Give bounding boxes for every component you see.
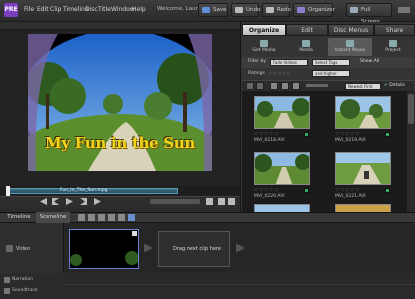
track-toggle-icon[interactable]: [6, 245, 13, 252]
music-icon: [4, 288, 10, 294]
media-thumbnail-partial[interactable]: [335, 204, 391, 212]
tab-organize[interactable]: Organize: [242, 24, 286, 36]
menu-file[interactable]: File: [24, 6, 34, 13]
tab-disc-menus[interactable]: Disc Menus: [328, 24, 374, 36]
media-thumbnail: [335, 96, 391, 129]
ratings-stars[interactable]: ☆☆☆☆☆: [268, 71, 308, 77]
menu-edit[interactable]: Edit: [37, 6, 49, 13]
media-filename: MVI_0219.AVI: [335, 138, 366, 143]
app-logo: PRE: [4, 3, 18, 17]
playhead-icon[interactable]: [6, 186, 10, 196]
fullscreen-preview-icon[interactable]: [218, 198, 225, 205]
project-icon: [389, 40, 397, 47]
organizer-button[interactable]: Organizer: [293, 3, 335, 17]
scene-clip[interactable]: [69, 229, 139, 269]
effects-icon[interactable]: [128, 214, 135, 221]
thumbnail-size-slider[interactable]: [306, 84, 328, 87]
media-thumbnail-partial[interactable]: [254, 204, 310, 212]
mixer-icon[interactable]: [108, 214, 115, 221]
media-thumbnail: [254, 152, 310, 185]
track-divider: [66, 284, 415, 285]
media-item[interactable]: ☆☆☆☆☆ MVI_0218.AVI: [248, 94, 323, 149]
media-item[interactable]: ☆☆☆☆☆ MVI_0219.AVI: [329, 94, 404, 149]
monitor-header: [0, 22, 240, 30]
scrub-clip-label: Fun_In_The_Sun.mpg: [60, 188, 108, 193]
media-item[interactable]: ☆☆☆☆☆ MVI_0221.AVI: [329, 150, 404, 205]
tab-timeline[interactable]: Timeline: [4, 212, 34, 223]
menu-help[interactable]: Help: [132, 6, 146, 13]
timeline-tools: [78, 214, 138, 221]
media-filename: MVI_0221.AVI: [335, 194, 366, 199]
undo-icon: [235, 7, 243, 13]
subtab-get-media[interactable]: Get Media: [244, 38, 284, 56]
tab-sceneline[interactable]: Sceneline: [36, 212, 70, 223]
media-rating[interactable]: ☆☆☆☆☆: [254, 131, 279, 137]
menu-title[interactable]: Title: [98, 6, 111, 13]
fullscreen-button[interactable]: Full Screen: [346, 3, 392, 25]
welcome-text: Welcome, Laura: [157, 6, 202, 12]
transport-bar: [0, 196, 240, 208]
media-rating[interactable]: ☆☆☆☆☆: [335, 131, 360, 137]
menu-clip[interactable]: Clip: [50, 6, 61, 13]
markers-icon[interactable]: [118, 214, 125, 221]
tab-edit[interactable]: Edit: [286, 24, 328, 36]
media-tag-icon: [385, 132, 390, 137]
save-icon: [202, 7, 210, 13]
drag-hint: Drag next clip here: [173, 246, 221, 252]
subtab-project[interactable]: Project: [374, 38, 412, 56]
sort-dropdown[interactable]: Newest First: [345, 83, 381, 90]
redo-icon: [266, 7, 274, 13]
clip-menu-icon[interactable]: [132, 231, 137, 236]
media-grid: ☆☆☆☆☆ MVI_0218.AVI ☆☆☆☆☆ MVI_0219.AVI ☆☆…: [242, 92, 407, 212]
media-tag-icon: [385, 188, 390, 193]
details-checkbox[interactable]: ✔ Details: [384, 83, 405, 88]
empty-scene-slot[interactable]: Drag next clip here: [158, 231, 230, 267]
media-tag-icon: [304, 188, 309, 193]
media-thumbnail: [254, 96, 310, 129]
media-filename: MVI_0218.AVI: [254, 138, 285, 143]
video-preview[interactable]: My Fun in the Sun: [28, 34, 212, 171]
menu-disc[interactable]: Disc: [85, 6, 98, 13]
tab-share[interactable]: Share: [374, 24, 415, 36]
volume-slider[interactable]: [150, 199, 200, 204]
video-filter-icon[interactable]: [270, 82, 278, 90]
filter-dropdown-videos[interactable]: Fade Videos: [270, 59, 308, 66]
get-media-icon: [260, 40, 268, 47]
redo-button[interactable]: Redo: [262, 3, 291, 17]
filter-label: Filter by: [248, 59, 267, 64]
media-tag-icon: [304, 132, 309, 137]
audio-filter-icon[interactable]: [281, 82, 289, 90]
split-clip-icon[interactable]: [206, 198, 213, 205]
save-button[interactable]: Save: [198, 3, 228, 17]
media-filename: MVI_0220.AVI: [254, 194, 285, 199]
subtab-media[interactable]: Media: [286, 38, 326, 56]
subtab-instant-movie[interactable]: Instant Movie: [328, 38, 372, 56]
organizer-icon: [297, 7, 305, 13]
title-overlay: My Fun in the Sun: [45, 134, 195, 152]
media-icon: [302, 40, 310, 47]
list-view-icon[interactable]: [256, 82, 264, 90]
instant-movie-icon: [346, 40, 354, 47]
media-rating[interactable]: ☆☆☆☆☆: [335, 187, 360, 193]
audio-tool-icon[interactable]: [98, 214, 105, 221]
show-all-button[interactable]: Show All: [360, 59, 379, 64]
image-filter-icon[interactable]: [292, 82, 300, 90]
media-thumbnail: [335, 152, 391, 185]
title-tool-icon[interactable]: [88, 214, 95, 221]
grid-view-icon[interactable]: [246, 82, 254, 90]
scissors-icon[interactable]: [78, 214, 85, 221]
media-scroll-thumb[interactable]: [408, 94, 414, 124]
microphone-icon: [4, 277, 10, 283]
monitor-menu-icon[interactable]: [228, 198, 235, 205]
help-icon[interactable]: [398, 7, 410, 13]
fullscreen-icon: [350, 7, 358, 13]
undo-button[interactable]: Undo: [231, 3, 260, 17]
track-label: Video: [16, 246, 31, 252]
media-rating[interactable]: ☆☆☆☆☆: [254, 187, 279, 193]
filter-dropdown-tags[interactable]: Select Tags: [312, 59, 350, 66]
ratings-label: Ratings: [248, 71, 265, 76]
media-item[interactable]: ☆☆☆☆☆ MVI_0220.AVI: [248, 150, 323, 205]
ratings-dropdown[interactable]: and higher: [312, 70, 350, 77]
